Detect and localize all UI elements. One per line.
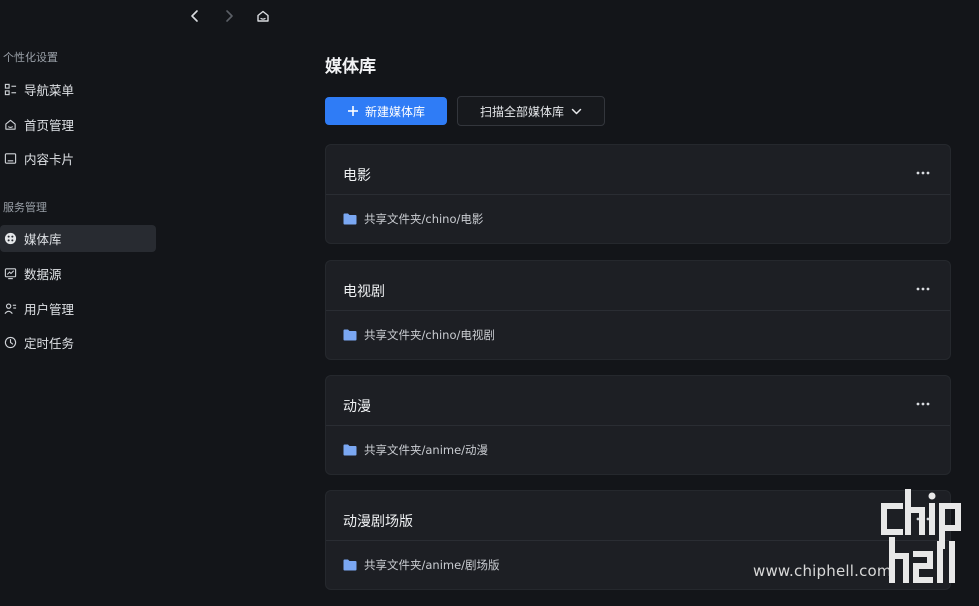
library-name: 动漫 [343, 399, 371, 415]
library-path: 共享文件夹/chino/电视剧 [343, 327, 495, 343]
sidebar-item-label: 首页管理 [24, 118, 75, 133]
sidebar-item-label: 数据源 [24, 267, 62, 282]
sidebar-item-label: 导航菜单 [24, 83, 75, 98]
scan-all-label: 扫描全部媒体库 [479, 104, 564, 119]
sidebar-item-content-cards[interactable]: 内容卡片 [0, 145, 156, 172]
folder-icon [343, 444, 357, 456]
media-library-icon [3, 232, 17, 246]
users-icon [3, 302, 17, 316]
home-button[interactable] [253, 6, 273, 26]
sidebar: 个性化设置 导航菜单 首页管理 内容卡片 服务管理 媒体库 数据源 用户管理 定… [0, 0, 160, 606]
plus-icon [347, 106, 358, 116]
more-options-button[interactable] [914, 164, 932, 182]
data-source-icon [3, 267, 17, 281]
card-header: 电影 [326, 145, 950, 195]
home-icon [257, 10, 269, 22]
folder-icon [343, 213, 357, 225]
chevron-right-icon [226, 10, 233, 22]
sidebar-item-home-management[interactable]: 首页管理 [0, 111, 156, 138]
library-name: 电视剧 [343, 284, 385, 300]
sidebar-item-user-management[interactable]: 用户管理 [0, 295, 156, 322]
more-horizontal-icon [916, 402, 930, 406]
new-library-button[interactable]: 新建媒体库 [325, 97, 447, 125]
library-card-movies[interactable]: 电影 共享文件夹/chino/电影 [325, 144, 951, 244]
more-horizontal-icon [916, 171, 930, 175]
sidebar-item-scheduled-tasks[interactable]: 定时任务 [0, 329, 156, 356]
sidebar-item-label: 内容卡片 [24, 152, 75, 167]
more-options-button[interactable] [914, 280, 932, 298]
chevron-down-icon [571, 108, 582, 114]
folder-icon [343, 559, 357, 571]
clock-icon [3, 336, 17, 350]
more-horizontal-icon [916, 287, 930, 291]
home-icon [3, 118, 17, 132]
library-path: 共享文件夹/anime/动漫 [343, 442, 488, 458]
top-navigation [185, 6, 273, 26]
library-path-text: 共享文件夹/chino/电视剧 [364, 328, 495, 342]
library-card-anime[interactable]: 动漫 共享文件夹/anime/动漫 [325, 375, 951, 475]
card-header: 电视剧 [326, 261, 950, 311]
library-path-text: 共享文件夹/chino/电影 [364, 212, 484, 226]
scan-all-libraries-button[interactable]: 扫描全部媒体库 [457, 96, 605, 126]
chevron-left-icon [191, 10, 198, 22]
library-name: 动漫剧场版 [343, 514, 413, 530]
library-card-tv-series[interactable]: 电视剧 共享文件夹/chino/电视剧 [325, 260, 951, 360]
page-title: 媒体库 [325, 57, 376, 77]
library-path: 共享文件夹/anime/剧场版 [343, 557, 500, 573]
sidebar-item-label: 媒体库 [24, 232, 62, 247]
watermark-text: www.chiphell.com [753, 562, 892, 580]
menu-grid-icon [3, 83, 17, 97]
library-path-text: 共享文件夹/anime/剧场版 [364, 558, 500, 572]
sidebar-item-label: 用户管理 [24, 302, 75, 317]
section-title-personalization: 个性化设置 [3, 51, 58, 64]
folder-icon [343, 329, 357, 341]
new-library-label: 新建媒体库 [364, 104, 425, 119]
forward-button[interactable] [219, 6, 239, 26]
sidebar-item-nav-menu[interactable]: 导航菜单 [0, 76, 156, 103]
more-options-button[interactable] [914, 395, 932, 413]
card-header: 动漫剧场版 [326, 491, 950, 541]
library-path-text: 共享文件夹/anime/动漫 [364, 443, 489, 457]
card-icon [3, 152, 17, 166]
library-path: 共享文件夹/chino/电影 [343, 211, 483, 227]
card-header: 动漫 [326, 376, 950, 426]
section-title-service-management: 服务管理 [3, 201, 47, 214]
back-button[interactable] [185, 6, 205, 26]
sidebar-item-label: 定时任务 [24, 336, 75, 351]
sidebar-item-data-source[interactable]: 数据源 [0, 260, 156, 287]
sidebar-item-media-library[interactable]: 媒体库 [0, 225, 156, 252]
library-name: 电影 [343, 168, 371, 184]
chiphell-logo-icon [881, 489, 961, 583]
